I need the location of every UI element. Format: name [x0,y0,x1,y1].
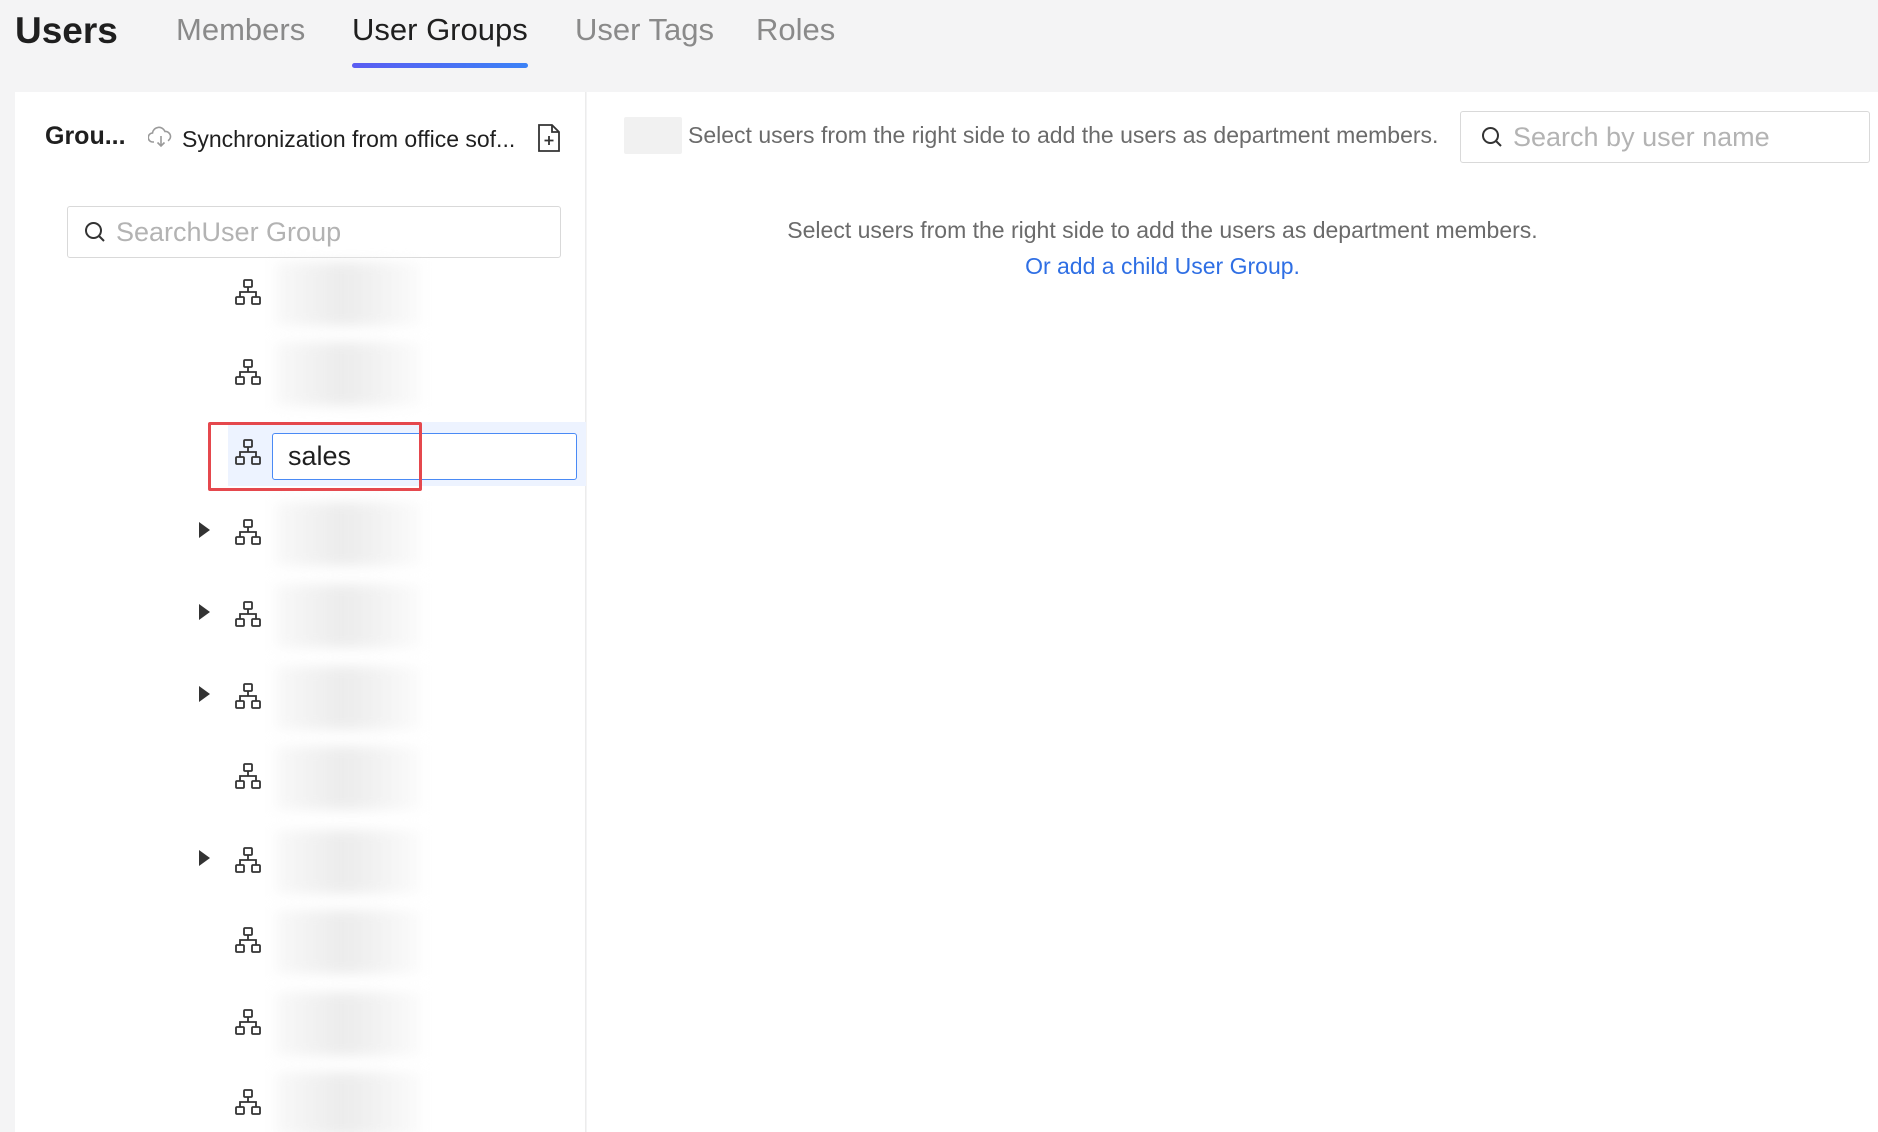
redacted-group-name [275,502,421,566]
org-structure-icon [234,278,262,306]
sync-button[interactable]: Synchronization from office sof... [147,122,516,156]
org-structure-icon [234,926,262,954]
add-document-icon [538,124,560,152]
tab-members[interactable]: Members [176,12,305,72]
org-structure-icon [234,682,262,710]
tab-user-tags[interactable]: User Tags [575,12,714,72]
tab-roles[interactable]: Roles [756,12,835,72]
empty-state-message: Select users from the right side to add … [787,217,1538,243]
group-search-field[interactable] [67,206,561,258]
org-structure-icon [234,1088,262,1116]
tree-node[interactable] [15,1072,586,1132]
redacted-group-name [275,262,421,326]
page-title: Users [15,10,118,51]
tree-node[interactable] [15,502,586,566]
org-structure-icon [234,846,262,874]
add-child-group-link[interactable]: Or add a child User Group. [517,253,1808,280]
members-hint: Select users from the right side to add … [688,122,1439,148]
cloud-download-icon [147,125,174,154]
expand-caret-icon[interactable] [199,522,210,538]
redacted-group-name [275,992,421,1056]
search-icon [1482,127,1502,147]
redacted-group-name [275,1072,421,1132]
tree-node[interactable] [15,422,586,491]
group-name-chip [624,117,682,154]
user-group-panel: Grou... Synchronization from office sof.… [15,92,586,1132]
tree-node[interactable] [15,992,586,1056]
org-structure-icon [234,518,262,546]
tree-node[interactable] [15,746,586,810]
tree-node[interactable] [15,584,586,648]
org-structure-icon [234,1008,262,1036]
redacted-group-name [275,746,421,810]
user-search-field[interactable] [1460,111,1870,163]
redacted-group-name [275,910,421,974]
org-structure-icon [234,762,262,790]
expand-caret-icon[interactable] [199,604,210,620]
redacted-group-name [275,342,421,406]
empty-state: Select users from the right side to add … [587,217,1878,280]
group-search-input[interactable] [116,216,536,248]
expand-caret-icon[interactable] [199,850,210,866]
add-group-button[interactable] [536,123,562,153]
redacted-group-name [275,666,421,730]
members-panel: Select users from the right side to add … [587,92,1878,1132]
org-structure-icon [234,358,262,386]
search-icon [85,222,105,242]
org-structure-icon [234,438,262,466]
tree-node[interactable] [15,342,586,406]
expand-caret-icon[interactable] [199,686,210,702]
group-name-edit-input[interactable] [272,433,577,480]
tree-node[interactable] [15,262,586,326]
tree-node[interactable] [15,666,586,730]
redacted-group-name [275,830,421,894]
tab-user-groups[interactable]: User Groups [352,12,528,72]
redacted-group-name [275,584,421,648]
tree-node[interactable] [15,910,586,974]
groups-label: Grou... [45,122,126,150]
sync-label: Synchronization from office sof... [182,125,516,152]
user-search-input[interactable] [1513,121,1853,153]
org-structure-icon [234,600,262,628]
tree-node[interactable] [15,830,586,894]
top-header: Users Members User Groups User Tags Role… [0,0,1878,90]
